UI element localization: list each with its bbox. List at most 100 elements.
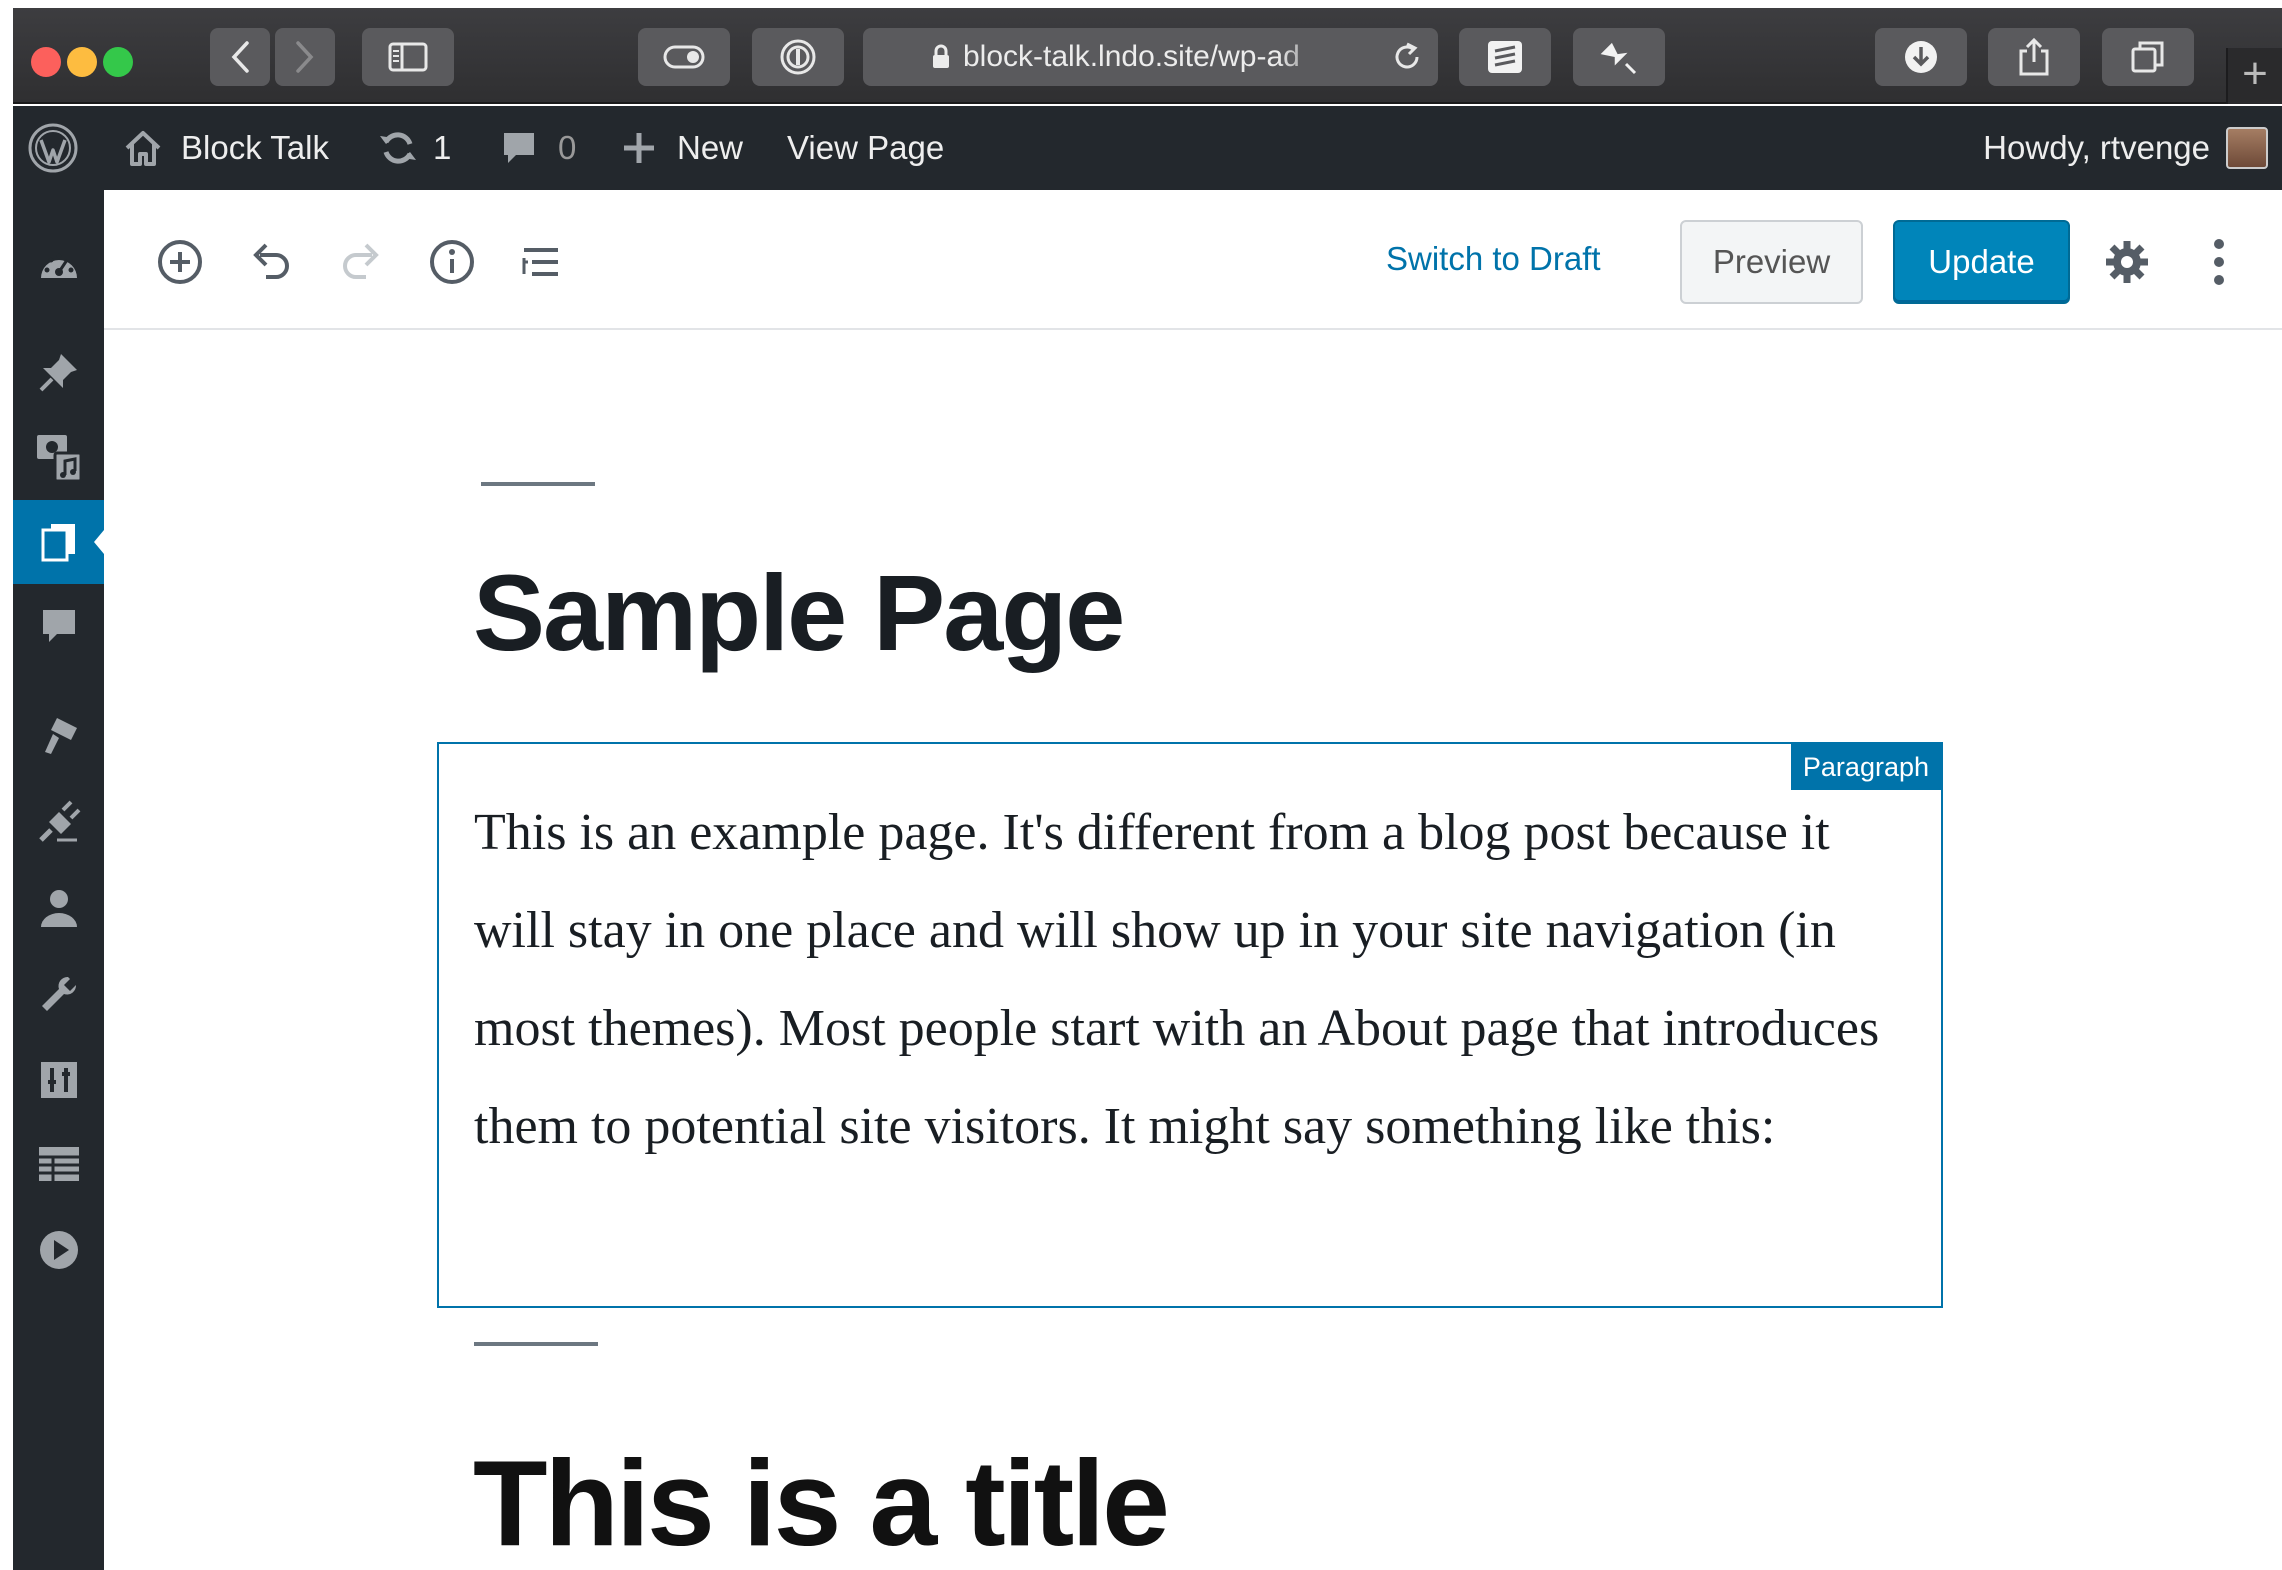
account-menu[interactable]: Howdy, rtvenge — [1983, 106, 2268, 190]
preview-button[interactable]: Preview — [1680, 220, 1863, 304]
view-page-label: View Page — [787, 129, 945, 166]
editor-header: Switch to Draft Preview Update — [104, 190, 2282, 330]
reader-toggle-button[interactable] — [638, 28, 730, 86]
sidebar-item-settings[interactable] — [13, 1038, 104, 1122]
new-label: New — [677, 129, 744, 166]
info-icon — [430, 240, 474, 284]
update-button[interactable]: Update — [1893, 220, 2070, 304]
sidebar-toggle-button[interactable] — [362, 28, 454, 86]
comment-bubble-icon — [504, 133, 534, 163]
redo-button[interactable] — [333, 234, 389, 290]
play-icon — [39, 1231, 78, 1269]
plugins-icon — [38, 800, 80, 842]
sidebar-item-pages[interactable] — [13, 500, 104, 584]
plus-icon — [624, 133, 654, 163]
new-tab-button[interactable]: + — [2226, 48, 2282, 104]
tabs-overview-button[interactable] — [2102, 28, 2194, 86]
comments-link[interactable]: 0 — [500, 106, 576, 190]
switch-to-draft-button[interactable]: Switch to Draft — [1386, 240, 1601, 278]
downloads-button[interactable] — [1875, 28, 1967, 86]
sidebar-icon — [388, 42, 428, 72]
pushpin-icon — [1600, 42, 1637, 75]
browser-toolbar: block-talk.lndo.site/wp-ad + — [13, 8, 2282, 104]
lock-icon — [933, 44, 949, 68]
howdy-text: Howdy, rtvenge — [1983, 129, 2210, 166]
admin-sidebar — [13, 190, 104, 1570]
separator-block[interactable] — [474, 1342, 598, 1346]
sidebar-item-users[interactable] — [13, 866, 104, 950]
chevron-right-icon — [296, 41, 314, 73]
media-icon — [36, 435, 82, 483]
minimize-window-button[interactable] — [67, 47, 97, 77]
tools-icon — [41, 976, 76, 1011]
tabs-icon — [2131, 41, 2164, 73]
redo-icon — [343, 243, 379, 279]
password-manager-button[interactable] — [752, 28, 844, 86]
appearance-icon — [44, 718, 77, 754]
content-info-button[interactable] — [424, 234, 480, 290]
updates-link[interactable]: 1 — [377, 106, 451, 190]
sidebar-item-appearance[interactable] — [13, 694, 104, 778]
address-bar[interactable]: block-talk.lndo.site/wp-ad — [863, 28, 1438, 86]
updates-icon — [380, 132, 416, 164]
extension-button-2[interactable] — [1573, 28, 1665, 86]
site-name-link[interactable]: Block Talk — [123, 106, 329, 190]
wp-logo-menu[interactable] — [27, 106, 79, 190]
new-content-link[interactable]: New — [621, 106, 743, 190]
separator-block[interactable] — [481, 482, 595, 486]
gear-icon — [2106, 241, 2148, 283]
sidebar-item-posts[interactable] — [13, 330, 104, 414]
comments-icon — [42, 610, 75, 642]
plus-circle-icon — [158, 240, 202, 284]
settings-button[interactable] — [2099, 234, 2155, 290]
back-button[interactable] — [210, 28, 270, 86]
forward-button[interactable] — [275, 28, 335, 86]
sidebar-item-comments[interactable] — [13, 584, 104, 668]
extension-button-1[interactable] — [1459, 28, 1551, 86]
undo-button[interactable] — [243, 234, 299, 290]
site-name: Block Talk — [181, 129, 329, 166]
block-navigation-button[interactable] — [514, 234, 570, 290]
more-options-button[interactable] — [2191, 234, 2247, 290]
heading-block[interactable]: This is a title — [473, 1430, 1170, 1570]
sidebar-item-table[interactable] — [13, 1122, 104, 1206]
sidebar-item-media[interactable] — [13, 416, 104, 500]
share-icon — [2019, 37, 2049, 76]
undo-icon — [253, 243, 289, 279]
share-button[interactable] — [1988, 28, 2080, 86]
paragraph-text[interactable]: This is an example page. It's different … — [474, 784, 1914, 1176]
sidebar-item-dashboard[interactable] — [13, 222, 104, 306]
wp-admin-bar: Block Talk 1 0 New View Page Howdy, rtve… — [13, 106, 2282, 190]
browser-window: block-talk.lndo.site/wp-ad + Block Talk — [13, 8, 2282, 1570]
avatar — [2226, 127, 2268, 169]
updates-count: 1 — [433, 129, 452, 166]
stack-icon — [1488, 41, 1522, 73]
password-manager-icon — [780, 39, 816, 75]
more-vertical-icon — [2214, 239, 2224, 285]
close-window-button[interactable] — [31, 47, 61, 77]
toggle-icon — [663, 45, 705, 69]
post-title[interactable]: Sample Page — [473, 548, 1125, 678]
add-block-button[interactable] — [152, 234, 208, 290]
zoom-window-button[interactable] — [103, 47, 133, 77]
pin-icon — [39, 354, 77, 392]
editor-canvas: Sample Page Paragraph This is an example… — [104, 330, 2282, 1570]
users-icon — [40, 890, 77, 927]
list-icon — [522, 248, 558, 276]
pages-icon — [41, 524, 75, 562]
view-page-link[interactable]: View Page — [787, 106, 944, 190]
sidebar-item-tools[interactable] — [13, 952, 104, 1036]
paragraph-block[interactable]: Paragraph This is an example page. It's … — [437, 742, 1943, 1308]
download-icon — [1905, 41, 1937, 73]
sidebar-item-media-player[interactable] — [13, 1208, 104, 1292]
table-icon — [38, 1147, 79, 1181]
comments-count: 0 — [558, 129, 577, 166]
home-icon — [125, 131, 161, 166]
settings-icon — [40, 1062, 77, 1098]
reload-icon[interactable] — [1390, 40, 1424, 74]
url-text: block-talk.lndo.site/wp-ad — [963, 40, 1300, 73]
chevron-left-icon — [231, 41, 249, 73]
sidebar-item-plugins[interactable] — [13, 780, 104, 864]
wordpress-logo-icon — [28, 123, 78, 173]
dashboard-icon — [40, 253, 77, 278]
